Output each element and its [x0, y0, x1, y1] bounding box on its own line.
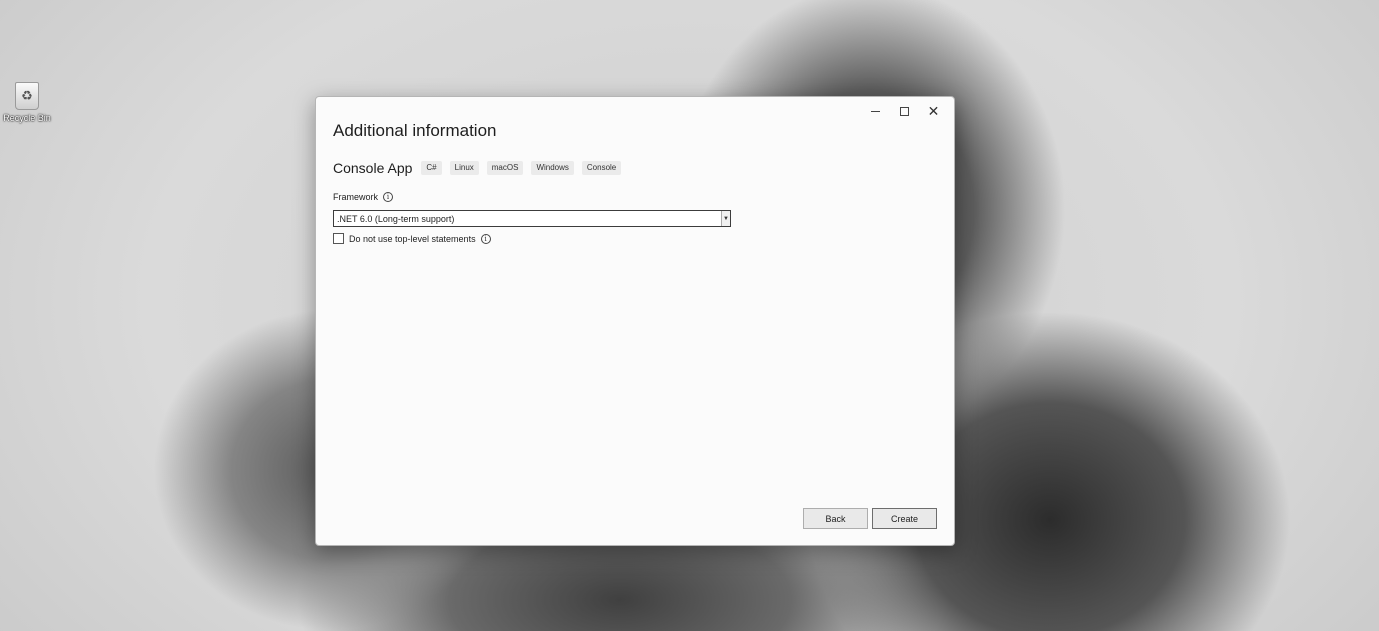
desktop-icon-recycle-bin[interactable]: ♻ Recycle Bin [3, 82, 51, 123]
framework-label-row: Framework i [333, 192, 394, 202]
framework-label: Framework [333, 192, 379, 202]
desktop-icon-label: Recycle Bin [3, 113, 51, 123]
tag-platform-macos: macOS [486, 161, 524, 175]
tag-project-type: Console [581, 161, 622, 175]
create-button[interactable]: Create [872, 508, 937, 529]
top-level-statements-label[interactable]: Do not use top-level statements [349, 234, 476, 244]
framework-select[interactable]: .NET 6.0 (Long-term support) ▼ [333, 210, 731, 227]
close-icon: ✕ [927, 103, 940, 119]
top-level-statements-row: Do not use top-level statements i [333, 233, 491, 244]
close-button[interactable]: ✕ [919, 101, 948, 121]
window-controls: ✕ [861, 101, 948, 121]
info-icon[interactable]: i [383, 192, 394, 202]
maximize-button[interactable] [890, 101, 919, 121]
tag-platform-linux: Linux [449, 161, 479, 175]
tag-platform-windows: Windows [531, 161, 574, 175]
maximize-icon [900, 106, 909, 116]
minimize-icon [871, 110, 880, 112]
dialog-title: Additional information [333, 121, 497, 140]
additional-information-dialog: ✕ Additional information Console App C# … [315, 96, 955, 546]
info-icon[interactable]: i [480, 233, 491, 244]
back-button[interactable]: Back [803, 508, 868, 529]
tag-language: C# [421, 161, 442, 175]
recycle-bin-icon: ♻ [15, 82, 39, 110]
minimize-button[interactable] [861, 101, 890, 121]
chevron-down-icon[interactable]: ▼ [721, 211, 730, 226]
project-template-name: Console App [333, 160, 413, 176]
top-level-statements-checkbox[interactable] [333, 233, 344, 244]
framework-select-value: .NET 6.0 (Long-term support) [337, 213, 455, 224]
project-template-row: Console App C# Linux macOS Windows Conso… [333, 160, 629, 176]
